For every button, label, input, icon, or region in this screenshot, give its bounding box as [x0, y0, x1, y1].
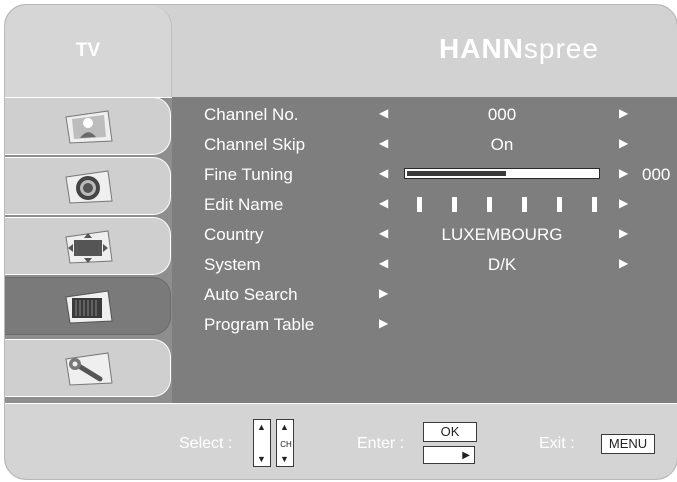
menu-row-system[interactable]: System ◀ D/K ▶ — [172, 251, 677, 279]
sidebar-item-picture[interactable] — [5, 97, 171, 155]
sidebar — [5, 97, 172, 403]
channel-no-label: Channel No. — [204, 105, 299, 124]
sidebar-item-audio[interactable] — [5, 157, 171, 215]
enter-key: ▶ — [423, 446, 475, 464]
audio-icon — [64, 170, 113, 204]
channel-skip-label: Channel Skip — [204, 135, 306, 154]
ok-key: OK — [423, 422, 477, 442]
left-arrow-icon[interactable]: ◀ — [379, 256, 388, 270]
menu-row-edit-name[interactable]: Edit Name ◀ ▶ — [172, 191, 677, 219]
right-arrow-icon[interactable]: ▶ — [619, 256, 628, 270]
right-arrow-icon[interactable]: ▶ — [619, 136, 628, 150]
name-slot — [522, 197, 527, 212]
down-arrow-icon: ▼ — [257, 454, 266, 464]
country-label: Country — [204, 225, 264, 244]
enter-arrow-icon[interactable]: ▶ — [379, 286, 388, 300]
fine-tuning-slider[interactable] — [404, 168, 600, 179]
left-arrow-icon[interactable]: ◀ — [379, 136, 388, 150]
select-up-down-key: ▲ ▼ — [253, 419, 271, 467]
brand-logo: HANNspree — [439, 33, 599, 65]
name-slot — [417, 197, 422, 212]
country-value: LUXEMBOURG — [441, 225, 563, 244]
ch-label: CH — [280, 440, 292, 449]
fine-tuning-value: 000 — [642, 165, 671, 184]
fine-tuning-label: Fine Tuning — [204, 165, 293, 184]
sidebar-item-setup[interactable] — [5, 339, 171, 397]
down-arrow-icon: ▼ — [280, 454, 289, 464]
select-label: Select : — [179, 435, 233, 452]
right-arrow-icon[interactable]: ▶ — [619, 196, 628, 210]
menu-row-program-table[interactable]: Program Table ▶ — [172, 311, 677, 339]
footer-hint-bar: Select : ▲ ▼ ▲ CH ▼ Enter : OK ▶ Exit : … — [5, 403, 677, 479]
auto-search-label: Auto Search — [204, 285, 298, 304]
menu-row-channel-no[interactable]: Channel No. ◀ 000 ▶ — [172, 101, 677, 129]
menu-row-fine-tuning[interactable]: Fine Tuning ◀ ▶ 000 — [172, 161, 677, 189]
right-arrow-icon[interactable]: ▶ — [619, 226, 628, 240]
name-slot — [487, 197, 492, 212]
up-arrow-icon: ▲ — [280, 422, 289, 432]
enter-label: Enter : — [357, 435, 405, 452]
tab-tv[interactable]: TV — [5, 5, 172, 97]
display-icon — [64, 230, 113, 264]
exit-label: Exit : — [539, 435, 575, 452]
name-slot — [592, 197, 597, 212]
channel-no-value: 000 — [487, 105, 517, 124]
enter-arrow-icon[interactable]: ▶ — [379, 316, 388, 330]
right-arrow-icon[interactable]: ▶ — [619, 166, 628, 180]
up-arrow-icon: ▲ — [257, 422, 266, 432]
menu-row-country[interactable]: Country ◀ LUXEMBOURG ▶ — [172, 221, 677, 249]
tv-menu: Channel No. ◀ 000 ▶ Channel Skip ◀ On ▶ … — [172, 97, 677, 403]
menu-row-auto-search[interactable]: Auto Search ▶ — [172, 281, 677, 309]
sidebar-item-display[interactable] — [5, 217, 171, 275]
osd-panel: TV HANNspree Channel No. ◀ 000 ▶ Channel… — [4, 4, 677, 480]
setup-icon — [64, 352, 113, 386]
program-table-label: Program Table — [204, 315, 315, 334]
left-arrow-icon[interactable]: ◀ — [379, 106, 388, 120]
left-arrow-icon[interactable]: ◀ — [379, 196, 388, 210]
right-arrow-icon[interactable]: ▶ — [619, 106, 628, 120]
menu-row-channel-skip[interactable]: Channel Skip ◀ On ▶ — [172, 131, 677, 159]
brand-light: spree — [523, 33, 599, 64]
fine-tuning-slider-fill — [407, 171, 506, 176]
header-bar: TV HANNspree — [5, 5, 677, 98]
edit-name-slots[interactable] — [417, 197, 597, 213]
name-slot — [452, 197, 457, 212]
name-slot — [557, 197, 562, 212]
tab-tv-label: TV — [75, 40, 101, 61]
sidebar-item-tv[interactable] — [5, 277, 171, 335]
channel-skip-value: On — [490, 135, 514, 154]
brand-bold: HANN — [439, 33, 524, 64]
tv-icon — [64, 290, 113, 324]
system-label: System — [204, 255, 261, 274]
right-arrow-icon: ▶ — [462, 450, 470, 461]
left-arrow-icon[interactable]: ◀ — [379, 226, 388, 240]
ch-key: ▲ CH ▼ — [276, 419, 294, 467]
edit-name-label: Edit Name — [204, 195, 284, 214]
picture-icon — [64, 110, 113, 144]
left-arrow-icon[interactable]: ◀ — [379, 166, 388, 180]
system-value: D/K — [487, 255, 517, 274]
menu-key: MENU — [601, 434, 655, 454]
